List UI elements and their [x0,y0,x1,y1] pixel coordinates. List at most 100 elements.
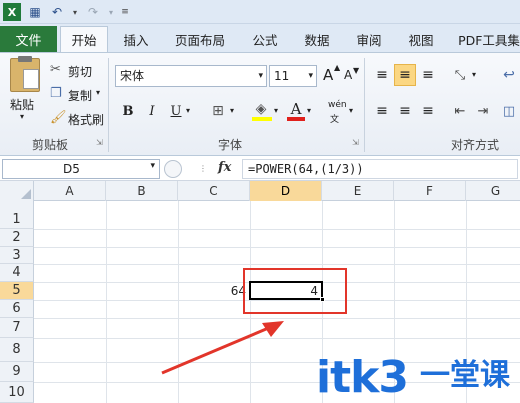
column-header-a[interactable]: A [34,181,106,201]
tab-data[interactable]: 数据 [296,26,338,52]
row-header-1[interactable]: 1 [0,210,34,229]
alignment-group-label: 对齐方式 [450,138,499,152]
increase-indent-icon[interactable]: ⇥ [472,100,494,122]
undo-dropdown-icon[interactable]: ▾ [66,3,84,21]
save-icon[interactable]: ▦ [26,3,44,21]
format-painter-button[interactable]: 格式刷 [68,111,104,128]
name-box-value: D5 [63,162,80,176]
tab-review[interactable]: 审阅 [348,26,390,52]
column-header-f[interactable]: F [394,181,466,201]
underline-button[interactable]: U [165,100,187,122]
clipboard-group-label: 剪贴板 [31,138,68,152]
formula-input[interactable]: =POWER(64,(1/3)) [242,159,518,179]
align-middle-icon[interactable]: ≡ [394,64,416,86]
phonetic-guide-button[interactable]: wén [328,100,347,110]
annotation-highlight-box [243,268,347,314]
row-header-9[interactable]: 9 [0,362,34,382]
tab-pdf-tools[interactable]: PDF工具集 [454,26,520,52]
phonetic-glyph-icon: 文 [330,115,340,125]
group-separator [108,58,109,152]
grid-line [106,201,107,403]
excel-app-icon[interactable]: X [3,3,21,21]
font-group-label: 字体 [217,138,242,152]
name-box[interactable]: D5 ▾ [2,159,160,179]
font-launcher-icon[interactable]: ⇲ [352,138,359,147]
select-all-button[interactable] [0,181,34,201]
column-header-b[interactable]: B [106,181,178,201]
watermark-logo-cjk: 一堂课 [420,358,510,393]
grow-font-button[interactable]: A [323,66,333,84]
column-header-e[interactable]: E [322,181,394,201]
paste-dropdown-icon[interactable]: ▾ [20,112,24,121]
copy-icon[interactable]: ❐ [50,86,62,101]
align-bottom-icon[interactable]: ≡ [417,64,439,86]
format-painter-icon[interactable]: 🖌 [50,110,67,125]
tab-insert[interactable]: 插入 [114,26,158,52]
row-header-3[interactable]: 3 [0,247,34,264]
shrink-font-button[interactable]: A [344,68,352,82]
wrap-text-icon[interactable]: ↩ [498,64,520,86]
decrease-indent-icon[interactable]: ⇤ [449,100,471,122]
borders-icon[interactable]: ⊞ [207,100,229,122]
underline-dropdown-icon[interactable]: ▾ [186,106,190,115]
tab-home[interactable]: 开始 [60,26,108,52]
borders-dropdown-icon[interactable]: ▾ [230,106,234,115]
group-separator [364,58,365,152]
font-color-dropdown-icon[interactable]: ▾ [307,106,311,115]
cut-button[interactable]: 剪切 [68,63,92,80]
fill-color-swatch [252,117,272,121]
row-header-5[interactable]: 5 [0,282,34,300]
copy-dropdown-icon[interactable]: ▾ [96,88,100,97]
column-header-c[interactable]: C [178,181,250,201]
paste-icon[interactable] [10,56,40,92]
merge-cells-icon[interactable]: ◫ [498,100,520,122]
shrink-font-arrow-icon: ▼ [353,66,360,75]
insert-function-button[interactable]: fx [218,160,231,175]
undo-icon[interactable]: ↶ [48,3,66,21]
bold-button[interactable]: B [117,100,139,122]
tab-formulas[interactable]: 公式 [244,26,286,52]
column-header-g[interactable]: G [466,181,520,201]
formula-bar-dots-icon: ⋮ [199,164,207,173]
column-header-d[interactable]: D [250,181,322,201]
chevron-down-icon: ▾ [258,71,263,81]
align-left-icon[interactable]: ≡ [371,100,393,122]
font-size-select[interactable]: 11 ▾ [269,65,317,87]
tab-file[interactable]: 文件 [0,26,57,52]
grid-line [34,264,520,265]
customize-toolbar-icon[interactable]: ≡ [116,3,134,21]
orientation-icon[interactable]: ⤡ [449,64,471,86]
row-header-4[interactable]: 4 [0,264,34,282]
row-header-6[interactable]: 6 [0,300,34,318]
formula-bar-scroll-icon[interactable] [164,160,182,178]
align-center-icon[interactable]: ≡ [394,100,416,122]
align-right-icon[interactable]: ≡ [417,100,439,122]
orientation-dropdown-icon[interactable]: ▾ [472,70,476,79]
row-header-7[interactable]: 7 [0,318,34,338]
font-name-value: 宋体 [120,69,145,83]
quick-access-toolbar: X ▦ ↶ ▾ ↷ ▾ ≡ [0,0,520,24]
font-size-value: 11 [274,69,290,83]
grid-line [34,229,520,230]
grid-line [34,247,520,248]
row-header-8[interactable]: 8 [0,338,34,362]
tab-view[interactable]: 视图 [400,26,442,52]
scissors-icon[interactable]: ✂ [50,62,61,77]
align-top-icon[interactable]: ≡ [371,64,393,86]
chevron-down-icon[interactable]: ▾ [150,161,155,171]
row-header-2[interactable]: 2 [0,229,34,247]
clipboard-launcher-icon[interactable]: ⇲ [96,138,103,147]
cell-c5[interactable]: 64 [178,283,246,300]
tab-page-layout[interactable]: 页面布局 [168,26,232,52]
row-header-10[interactable]: 10 [0,382,34,403]
copy-button[interactable]: 复制 [68,87,92,104]
annotation-arrow-icon [161,321,284,375]
phonetic-dropdown-icon[interactable]: ▾ [349,106,353,115]
font-color-swatch [287,117,305,121]
fill-color-dropdown-icon[interactable]: ▾ [274,106,278,115]
font-name-select[interactable]: 宋体 ▾ [115,65,267,87]
grow-font-arrow-icon: ▲ [334,63,341,72]
italic-button[interactable]: I [141,100,163,122]
paste-button-label[interactable]: 粘贴 [10,96,34,113]
redo-icon[interactable]: ↷ [84,3,102,21]
